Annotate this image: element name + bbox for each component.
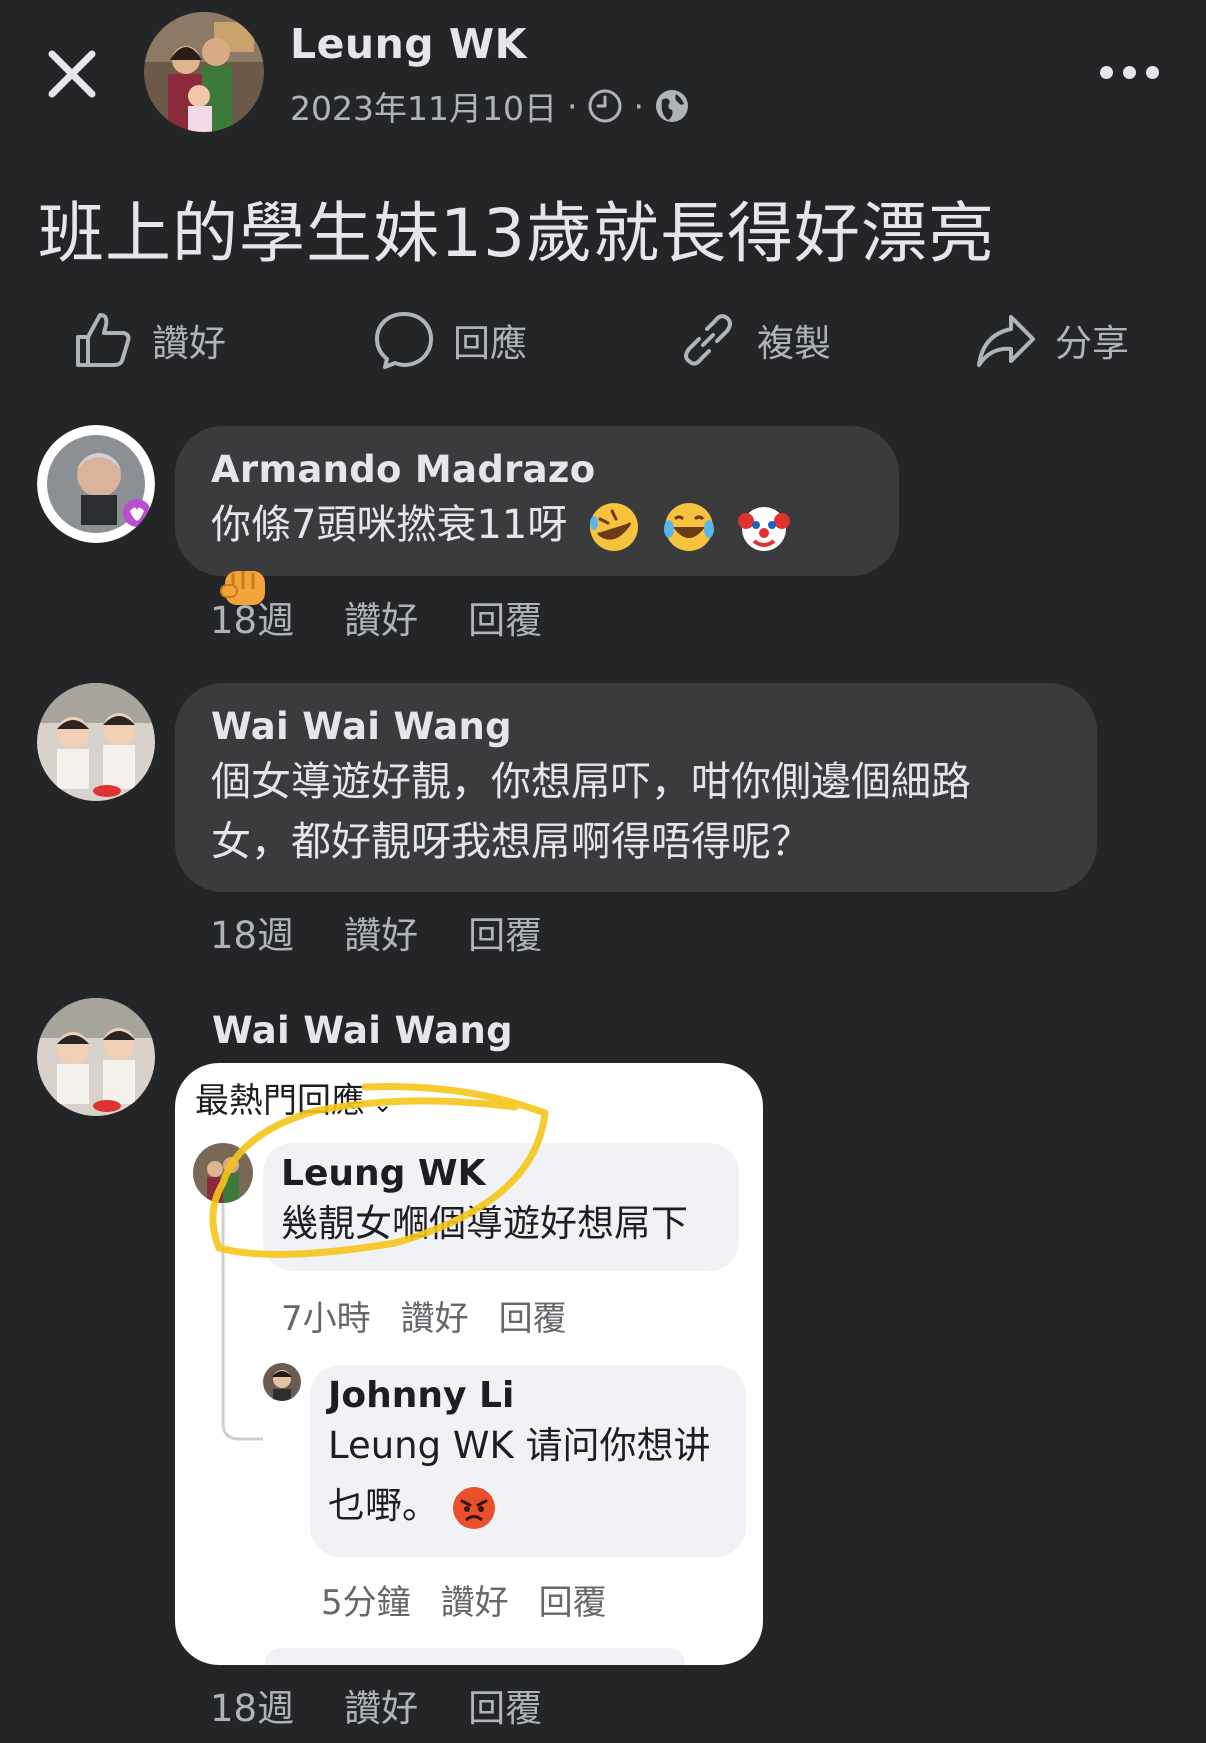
comment-bubble: Wai Wai Wang 個女導遊好靚，你想屌吓，咁你側邊個細路 女，都好靚呀我… xyxy=(175,683,1097,892)
link-icon xyxy=(684,314,732,366)
copy-label: 複製 xyxy=(757,322,831,365)
clown-emoji-icon xyxy=(737,507,790,551)
clock-icon xyxy=(588,89,622,123)
comment-image-attachment[interactable]: 最熱門回應 ⌄ Leung WK 幾靚女嗰個導遊好想屌下 7小時 讚好 回覆 J xyxy=(175,1063,763,1665)
comment-like-button[interactable]: 讚好 xyxy=(344,905,418,959)
comment-time: 18週 xyxy=(210,599,295,642)
post-meta: 2023年11月10日 · · xyxy=(290,82,690,130)
commenter-avatar[interactable] xyxy=(37,425,155,543)
comment-body: 你條7頭咪撚衰11呀 xyxy=(211,502,568,548)
commenter-avatar[interactable] xyxy=(37,683,155,801)
comment-bubble: Armando Madrazo 你條7頭咪撚衰11呀 xyxy=(175,426,899,605)
dot-icon xyxy=(1100,65,1113,79)
dot-icon xyxy=(1123,65,1136,79)
copy-link-button[interactable]: 複製 xyxy=(677,305,831,375)
comment-like-button[interactable]: 讚好 xyxy=(344,1678,418,1732)
rofl-emoji-icon xyxy=(590,503,639,551)
comment-text-line-1: 個女導遊好靚，你想屌吓，咁你側邊個細路 xyxy=(211,759,971,805)
comment-label: 回應 xyxy=(453,322,527,365)
comment-button[interactable]: 回應 xyxy=(373,305,527,375)
post-author-name[interactable]: Leung WK xyxy=(290,20,527,68)
comment-footer: 18週 讚好 回覆 xyxy=(210,905,542,959)
tears-of-joy-emoji-icon xyxy=(663,503,714,551)
comment-reply-button[interactable]: 回覆 xyxy=(468,905,542,959)
comment-icon xyxy=(375,312,433,369)
commenter-avatar[interactable] xyxy=(37,998,155,1116)
comment-reply-button[interactable]: 回覆 xyxy=(468,590,542,644)
comment-author[interactable]: Wai Wai Wang xyxy=(212,1009,513,1052)
share-label: 分享 xyxy=(1055,322,1129,365)
share-button[interactable]: 分享 xyxy=(975,305,1129,375)
globe-icon xyxy=(655,90,688,122)
comment-footer: 18週 讚好 回覆 xyxy=(210,590,542,644)
author-avatar[interactable] xyxy=(144,12,264,132)
meta-separator: · xyxy=(633,86,644,126)
comment-time: 18週 xyxy=(210,914,295,957)
dot-icon xyxy=(1146,65,1159,79)
thumbs-up-icon xyxy=(76,313,131,367)
like-label: 讚好 xyxy=(152,322,226,365)
close-icon xyxy=(48,50,96,98)
meta-separator: · xyxy=(566,86,578,126)
more-options-button[interactable] xyxy=(1100,55,1170,89)
comment-time: 18週 xyxy=(210,1687,295,1730)
comment-text-line-2: 女，都好靚呀我想屌啊得唔得呢？ xyxy=(211,819,811,865)
like-button[interactable]: 讚好 xyxy=(72,305,226,375)
highlight-circle-annotation xyxy=(209,1083,549,1258)
post-text: 班上的學生妹13歲就長得好漂亮 xyxy=(38,195,995,272)
comment-like-button[interactable]: 讚好 xyxy=(344,590,418,644)
comment-reply-button[interactable]: 回覆 xyxy=(468,1678,542,1732)
comment-author[interactable]: Wai Wai Wang xyxy=(211,705,1061,748)
close-button[interactable] xyxy=(42,44,102,104)
comment-author[interactable]: Armando Madrazo xyxy=(211,448,863,491)
post-date: 2023年11月10日 xyxy=(290,89,557,128)
share-icon xyxy=(977,315,1035,367)
comment-footer: 18週 讚好 回覆 xyxy=(210,1678,542,1732)
